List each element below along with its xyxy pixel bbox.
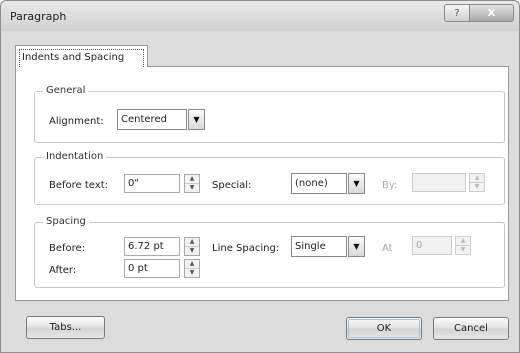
ok-button[interactable]: OK bbox=[346, 317, 422, 340]
line-spacing-select[interactable]: Single bbox=[291, 236, 347, 257]
spin-down-icon[interactable]: ▼ bbox=[185, 247, 199, 256]
before-value: 6.72 pt bbox=[128, 241, 164, 252]
before-text-input[interactable]: 0" bbox=[124, 174, 180, 193]
after-value: 0 pt bbox=[128, 263, 148, 274]
help-button[interactable]: ? bbox=[444, 4, 470, 22]
special-label: Special: bbox=[212, 180, 252, 191]
after-spinner[interactable]: ▲ ▼ bbox=[184, 259, 200, 278]
ok-focus-ring bbox=[348, 319, 420, 338]
spin-down-icon[interactable]: ▼ bbox=[470, 183, 484, 192]
spacing-group-title: Spacing bbox=[43, 216, 89, 227]
spin-up-icon[interactable]: ▲ bbox=[185, 175, 199, 184]
before-spinner[interactable]: ▲ ▼ bbox=[184, 237, 200, 256]
special-dropdown-button[interactable]: ▼ bbox=[348, 173, 365, 194]
spin-up-icon[interactable]: ▲ bbox=[185, 260, 199, 269]
at-spinner[interactable]: ▲ ▼ bbox=[455, 236, 471, 255]
general-group-title: General bbox=[43, 85, 89, 96]
alignment-label: Alignment: bbox=[49, 116, 104, 127]
dialog-title: Paragraph bbox=[10, 10, 67, 23]
close-icon: X bbox=[487, 7, 496, 19]
cancel-button-label: Cancel bbox=[454, 323, 488, 334]
help-icon: ? bbox=[454, 7, 460, 19]
special-select[interactable]: (none) bbox=[291, 173, 347, 194]
paragraph-dialog: Paragraph ? X Indents and Spacing Genera… bbox=[0, 0, 520, 353]
alignment-dropdown-button[interactable]: ▼ bbox=[188, 109, 205, 130]
before-text-label: Before text: bbox=[49, 180, 108, 191]
spin-up-icon[interactable]: ▲ bbox=[470, 174, 484, 183]
tabs-button-label: Tabs... bbox=[49, 322, 82, 333]
spin-down-icon[interactable]: ▼ bbox=[456, 246, 470, 255]
alignment-value: Centered bbox=[121, 114, 167, 125]
by-input[interactable] bbox=[412, 173, 466, 192]
line-spacing-value: Single bbox=[295, 241, 326, 252]
close-button[interactable]: X bbox=[469, 4, 514, 22]
indentation-group-title: Indentation bbox=[43, 151, 107, 162]
spin-up-icon[interactable]: ▲ bbox=[185, 238, 199, 247]
before-text-spinner[interactable]: ▲ ▼ bbox=[184, 174, 200, 193]
spacing-group: Spacing bbox=[34, 216, 505, 288]
line-spacing-dropdown-button[interactable]: ▼ bbox=[348, 236, 365, 257]
before-label: Before: bbox=[49, 243, 86, 254]
tabs-button[interactable]: Tabs... bbox=[26, 316, 105, 339]
before-input[interactable]: 6.72 pt bbox=[124, 237, 180, 256]
spin-up-icon[interactable]: ▲ bbox=[456, 237, 470, 246]
at-input[interactable]: 0 bbox=[412, 236, 452, 255]
cancel-button[interactable]: Cancel bbox=[433, 317, 509, 340]
at-label: At bbox=[382, 243, 393, 254]
spin-down-icon[interactable]: ▼ bbox=[185, 184, 199, 193]
after-label: After: bbox=[49, 265, 77, 276]
after-input[interactable]: 0 pt bbox=[124, 259, 180, 278]
tab-label: Indents and Spacing bbox=[19, 49, 144, 67]
alignment-select[interactable]: Centered bbox=[117, 109, 187, 130]
by-label: By: bbox=[382, 180, 398, 191]
dropdown-arrow-icon: ▼ bbox=[353, 242, 360, 251]
line-spacing-label: Line Spacing: bbox=[212, 243, 280, 254]
special-value: (none) bbox=[295, 178, 328, 189]
spin-down-icon[interactable]: ▼ bbox=[185, 269, 199, 278]
tab-indents-and-spacing[interactable]: Indents and Spacing bbox=[15, 45, 148, 67]
title-bar[interactable]: Paragraph ? X bbox=[1, 1, 519, 31]
before-text-value: 0" bbox=[128, 178, 139, 189]
by-spinner[interactable]: ▲ ▼ bbox=[469, 173, 485, 192]
dropdown-arrow-icon: ▼ bbox=[193, 115, 200, 124]
general-group: General bbox=[34, 85, 505, 143]
at-value: 0 bbox=[416, 240, 423, 251]
dropdown-arrow-icon: ▼ bbox=[353, 179, 360, 188]
